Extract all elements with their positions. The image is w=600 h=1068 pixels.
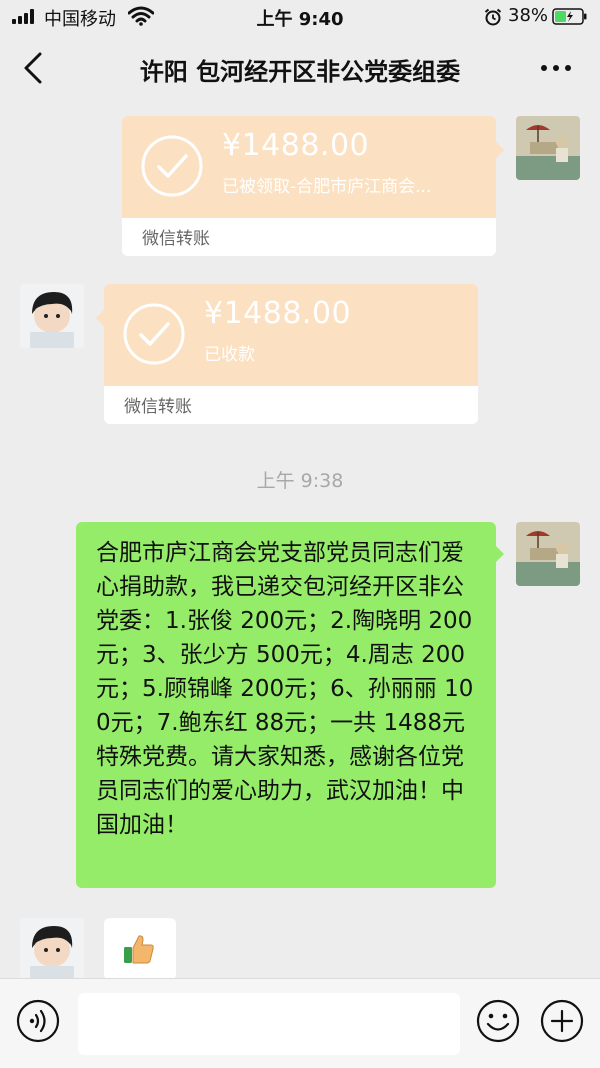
- transfer-status: 已被领取-合肥市庐江商会...: [222, 177, 432, 197]
- emoji-message-bubble[interactable]: [104, 918, 176, 980]
- plus-icon[interactable]: [540, 999, 584, 1043]
- chat-header: 许阳 包河经开区非公党委组委: [0, 34, 600, 102]
- message-timestamp: 上午 9:38: [256, 470, 344, 492]
- transfer-label: 微信转账: [124, 397, 192, 417]
- contact-avatar[interactable]: [20, 918, 84, 982]
- my-avatar[interactable]: [516, 116, 580, 180]
- voice-icon[interactable]: [16, 999, 60, 1043]
- bubble-tail: [496, 142, 504, 158]
- check-circle-icon: [123, 303, 185, 365]
- alarm-icon: [484, 8, 502, 26]
- chat-title: 许阳 包河经开区非公党委组委: [139, 58, 461, 86]
- thumbs-up-icon: [124, 935, 154, 964]
- bubble-tail: [496, 546, 504, 562]
- transfer-card-received[interactable]: ¥1488.00 已收款 微信转账: [96, 284, 478, 424]
- input-bar: [0, 978, 600, 1068]
- message-text: 合肥市庐江商会党支部党员同志们爱心捐助款，我已递交包河经开区非公党委：1.张俊 …: [96, 540, 474, 838]
- emoji-icon[interactable]: [476, 999, 520, 1043]
- status-bar: 中国移动 上午 9:40 38%: [0, 0, 600, 34]
- check-circle-icon: [141, 135, 203, 197]
- transfer-amount: ¥1488.00: [204, 296, 352, 331]
- contact-avatar[interactable]: [20, 284, 84, 348]
- battery-percent: 38%: [508, 5, 549, 26]
- battery-icon: [552, 8, 587, 25]
- transfer-card-sent[interactable]: ¥1488.00 已被领取-合肥市庐江商会... 微信转账: [122, 116, 504, 256]
- more-dots-icon[interactable]: [538, 54, 574, 82]
- text-message-bubble[interactable]: 合肥市庐江商会党支部党员同志们爱心捐助款，我已递交包河经开区非公党委：1.张俊 …: [76, 522, 504, 888]
- message-input[interactable]: [78, 993, 460, 1055]
- my-avatar[interactable]: [516, 522, 580, 586]
- transfer-label: 微信转账: [142, 229, 210, 249]
- bubble-tail: [96, 310, 104, 326]
- transfer-status: 已收款: [204, 345, 255, 365]
- transfer-amount: ¥1488.00: [222, 128, 370, 163]
